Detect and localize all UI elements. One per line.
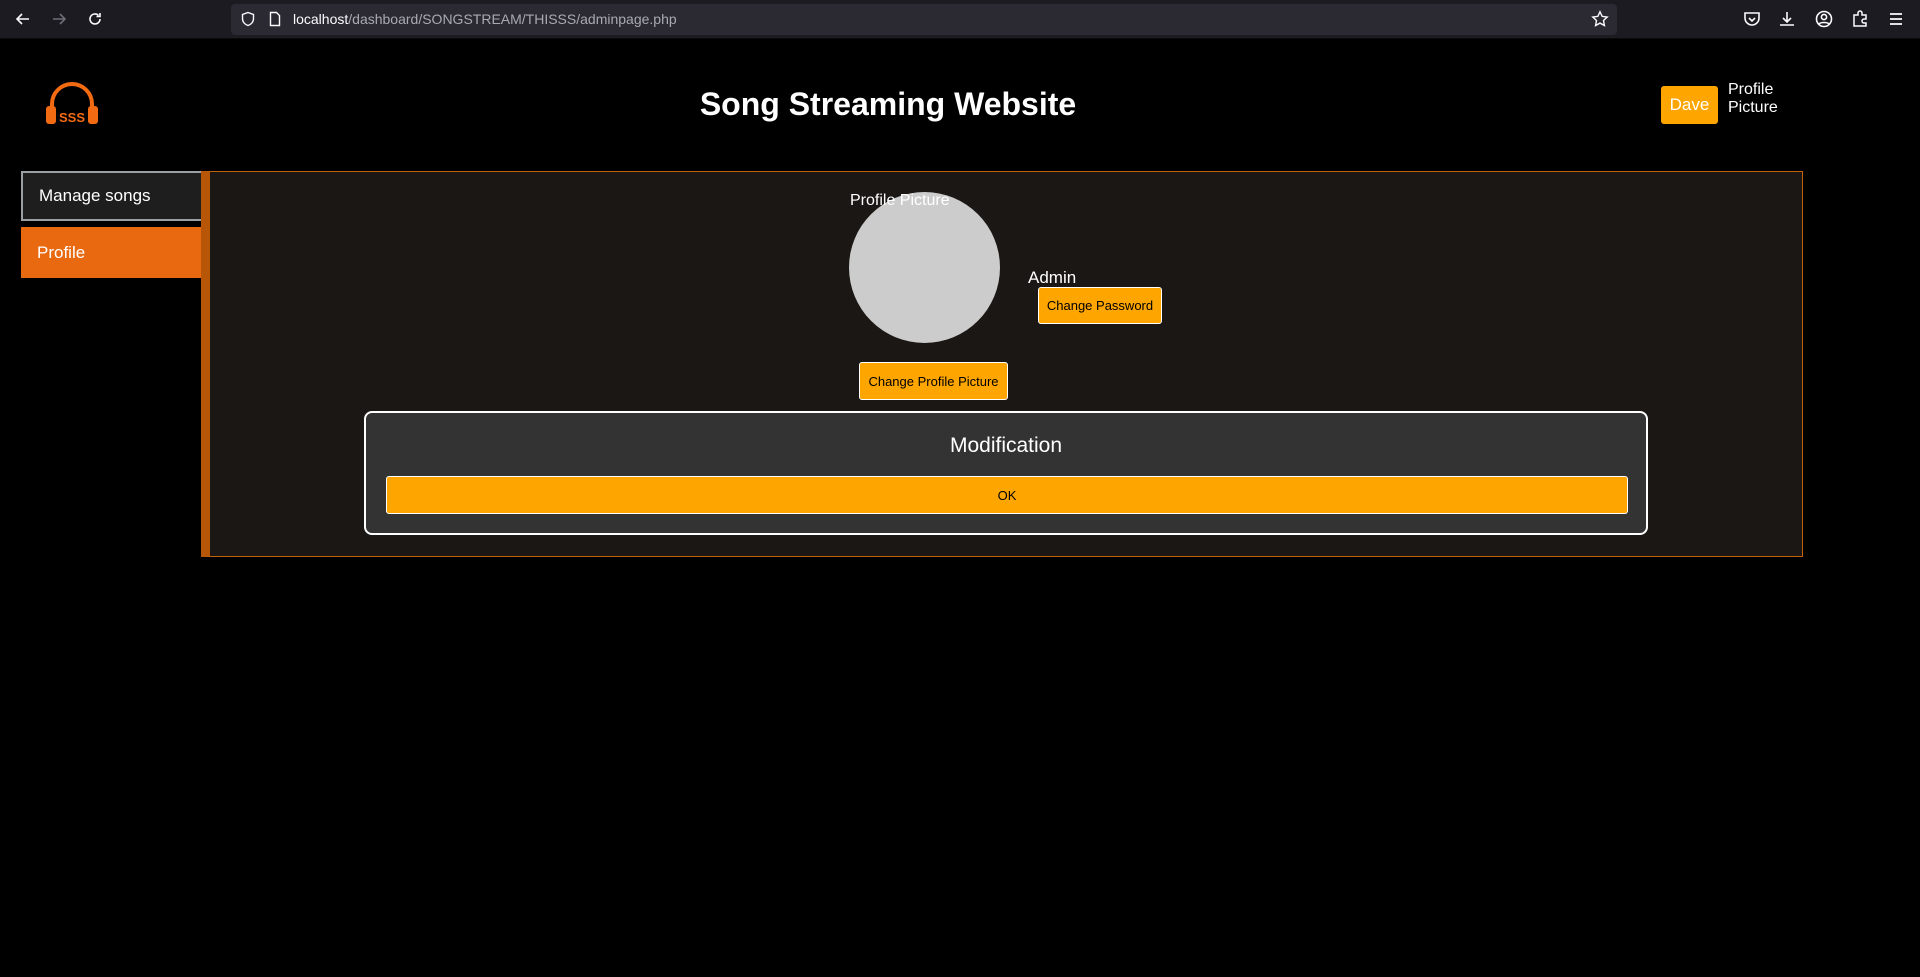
bookmark-star-icon[interactable] <box>1591 10 1609 28</box>
url-path: /dashboard/SONGSTREAM/THISSS/adminpage.p… <box>348 11 677 27</box>
change-profile-picture-button[interactable]: Change Profile Picture <box>859 362 1008 400</box>
sidebar-item-label: Manage songs <box>39 186 151 205</box>
role-label: Admin <box>1028 268 1077 287</box>
sidebar-item-manage-songs[interactable]: Manage songs <box>21 171 201 221</box>
url-text[interactable]: localhost/dashboard/SONGSTREAM/THISSS/ad… <box>293 11 677 27</box>
site-title: Song Streaming Website <box>699 86 1077 122</box>
browser-toolbar: localhost/dashboard/SONGSTREAM/THISSS/ad… <box>0 0 1920 39</box>
user-button[interactable]: Dave <box>1661 86 1718 124</box>
page-icon[interactable] <box>267 11 283 27</box>
shield-icon[interactable] <box>240 11 256 27</box>
profile-avatar <box>849 192 1000 343</box>
header-avatar-alt-text[interactable]: Profile Picture <box>1728 81 1784 117</box>
download-icon[interactable] <box>1777 9 1797 29</box>
sidebar-item-label: Profile <box>37 242 86 262</box>
sidebar-item-profile[interactable]: Profile <box>21 227 201 278</box>
change-password-button[interactable]: Change Password <box>1038 287 1162 324</box>
menu-icon[interactable] <box>1886 9 1906 29</box>
forward-arrow-icon[interactable] <box>46 6 72 32</box>
ok-button[interactable]: OK <box>386 476 1628 514</box>
url-host: localhost <box>293 11 349 27</box>
back-arrow-icon[interactable] <box>10 6 36 32</box>
extensions-icon[interactable] <box>1850 9 1870 29</box>
pocket-icon[interactable] <box>1742 9 1762 29</box>
dialog-title: Modification <box>949 434 1063 457</box>
account-icon[interactable] <box>1814 9 1834 29</box>
url-bar[interactable]: localhost/dashboard/SONGSTREAM/THISSS/ad… <box>231 4 1617 35</box>
profile-avatar-alt-text: Profile Picture <box>850 192 950 209</box>
modification-dialog: Modification OK <box>364 411 1648 535</box>
reload-icon[interactable] <box>82 6 108 32</box>
